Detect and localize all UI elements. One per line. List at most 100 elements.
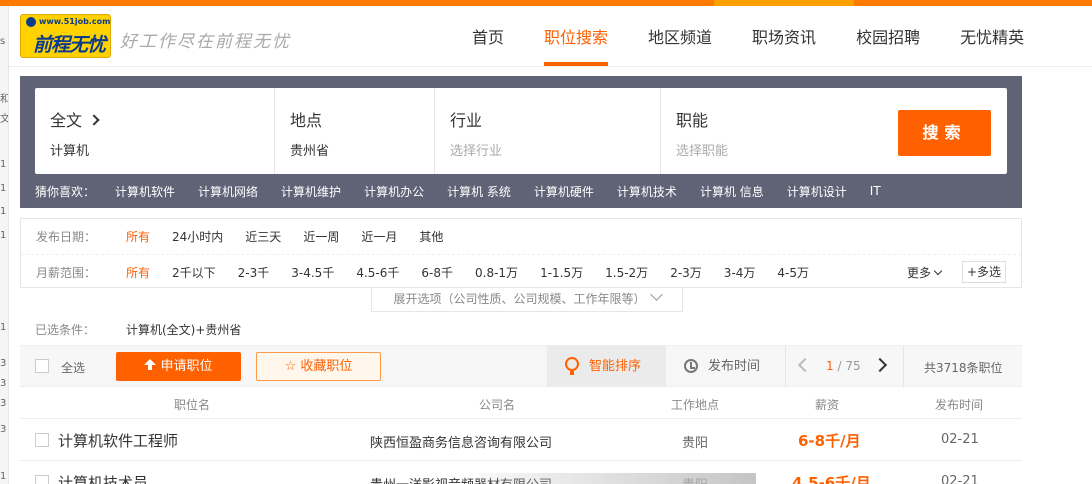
edge-text: 1 — [0, 322, 7, 333]
time-sort-tab[interactable]: 发布时间 — [666, 346, 786, 387]
edge-text: 3 — [0, 378, 7, 389]
suggestion-link[interactable]: 计算机 信息 — [700, 183, 764, 200]
site-logo[interactable]: www.51job.com 前程无忧 — [20, 14, 111, 58]
apply-job-button[interactable]: 申请职位 — [116, 352, 241, 381]
salary-option[interactable]: 2-3万 — [670, 264, 702, 281]
suggestion-link[interactable]: 计算机技术 — [617, 183, 677, 200]
edge-text: 3 — [0, 424, 7, 435]
upload-icon — [144, 359, 157, 371]
smart-sort-tab[interactable]: 智能排序 — [547, 346, 666, 387]
keyword-label-text: 全文 — [50, 111, 83, 130]
salary-option[interactable]: 1-1.5万 — [540, 264, 583, 281]
suggestion-link[interactable]: 计算机网络 — [198, 183, 258, 200]
total-pages: / 75 — [837, 359, 861, 373]
job-salary: 4.5-6千/月 — [792, 474, 871, 484]
job-title-link[interactable]: 计算机技术员 — [58, 472, 148, 484]
row-checkbox[interactable] — [35, 475, 49, 484]
date-option[interactable]: 24小时内 — [172, 228, 223, 245]
nav-home[interactable]: 首页 — [452, 0, 524, 66]
salary-option[interactable]: 2千以下 — [172, 264, 216, 281]
industry-field[interactable]: 行业 选择行业 — [435, 88, 661, 174]
suggestion-link[interactable]: 计算机硬件 — [534, 183, 594, 200]
salary-option[interactable]: 1.5-2万 — [605, 264, 648, 281]
function-placeholder[interactable]: 选择职能 — [676, 140, 728, 159]
nav-career-news[interactable]: 职场资讯 — [732, 0, 836, 66]
salary-option[interactable]: 0.8-1万 — [475, 264, 518, 281]
salary-filter-label: 月薪范围： — [36, 265, 97, 280]
edge-text: 1 — [0, 183, 7, 194]
prev-page-icon[interactable] — [797, 357, 813, 373]
function-field[interactable]: 职能 选择职能 — [661, 88, 887, 174]
salary-option[interactable]: 所有 — [126, 264, 150, 281]
industry-placeholder[interactable]: 选择行业 — [450, 140, 502, 159]
nav-elite[interactable]: 无忧精英 — [940, 0, 1044, 66]
row-checkbox[interactable] — [35, 433, 49, 447]
selected-conditions-label: 已选条件： — [35, 323, 96, 337]
company-link[interactable]: 陕西恒盈商务信息咨询有限公司 — [370, 432, 552, 451]
star-icon: ☆ — [284, 359, 297, 374]
suggestion-link[interactable]: 计算机设计 — [787, 183, 847, 200]
date-option[interactable]: 所有 — [126, 228, 150, 245]
salary-option[interactable]: 2-3千 — [238, 264, 270, 281]
more-salary-button[interactable]: 更多 — [907, 264, 943, 281]
chevron-right-icon — [88, 114, 100, 126]
location-field[interactable]: 地点 贵州省 — [275, 88, 435, 174]
date-filter-row: 发布日期： 所有 24小时内 近三天 近一周 近一月 其他 — [21, 219, 1021, 254]
results-toolbar: 全选 申请职位 ☆ 收藏职位 智能排序 发布时间 1 / 75 共3718条职位 — [20, 345, 1022, 387]
expand-options-button[interactable]: 展开选项（公司性质、公司规模、工作年限等） — [371, 288, 683, 312]
suggestion-link[interactable]: 计算机软件 — [115, 183, 175, 200]
col-header-title: 职位名 — [174, 398, 211, 412]
date-option[interactable]: 其他 — [419, 228, 443, 245]
edge-text: 1 — [0, 471, 7, 482]
search-button[interactable]: 搜索 — [898, 110, 991, 156]
apply-job-label: 申请职位 — [160, 359, 213, 374]
header-divider — [9, 66, 1092, 67]
date-filter-label: 发布日期： — [36, 230, 97, 244]
filter-box: 发布日期： 所有 24小时内 近三天 近一周 近一月 其他 月薪范围： 所有 2… — [20, 218, 1022, 288]
nav-job-search[interactable]: 职位搜索 — [524, 0, 628, 66]
collect-job-button[interactable]: ☆ 收藏职位 — [256, 352, 381, 381]
salary-option[interactable]: 4-5万 — [777, 264, 809, 281]
location-label: 地点 — [290, 111, 323, 130]
col-header-company: 公司名 — [479, 398, 516, 412]
col-header-date: 发布时间 — [935, 398, 984, 412]
select-all-label[interactable]: 全选 — [61, 359, 85, 376]
chevron-down-icon — [933, 266, 943, 276]
salary-option[interactable]: 4.5-6千 — [356, 264, 399, 281]
suggestion-link[interactable]: 计算机办公 — [364, 183, 424, 200]
select-all-checkbox[interactable] — [35, 359, 49, 373]
salary-option[interactable]: 3-4.5千 — [291, 264, 334, 281]
expand-options-label: 展开选项（公司性质、公司规模、工作年限等） — [393, 292, 646, 306]
job-date: 02-21 — [941, 432, 979, 447]
location-value[interactable]: 贵州省 — [290, 140, 329, 159]
suggestions-label: 猜你喜欢： — [35, 184, 96, 199]
logo-url: www.51job.com — [39, 17, 111, 26]
clock-icon — [684, 359, 698, 373]
main-nav: 首页 职位搜索 地区频道 职场资讯 校园招聘 无忧精英 — [452, 0, 1044, 66]
salary-option[interactable]: 3-4万 — [724, 264, 756, 281]
edge-text: 3 — [0, 398, 7, 409]
salary-option[interactable]: 6-8千 — [421, 264, 453, 281]
suggestion-link[interactable]: IT — [870, 184, 881, 198]
date-option[interactable]: 近一周 — [303, 228, 339, 245]
suggestion-link[interactable]: 计算机 系统 — [447, 183, 511, 200]
job-location: 贵阳 — [682, 436, 709, 451]
date-option[interactable]: 近三天 — [245, 228, 281, 245]
background-window-edge: s 和 文 1 1 1 1 1 3 3 3 3 1 — [0, 6, 9, 484]
keyword-input[interactable]: 计算机 — [50, 140, 89, 159]
multi-select-button[interactable]: +多选 — [962, 261, 1006, 283]
nav-campus[interactable]: 校园招聘 — [836, 0, 940, 66]
function-label: 职能 — [676, 111, 709, 130]
next-page-icon[interactable] — [872, 357, 888, 373]
date-option[interactable]: 近一月 — [361, 228, 397, 245]
job-title-link[interactable]: 计算机软件工程师 — [58, 430, 178, 451]
suggestion-link[interactable]: 计算机维护 — [281, 183, 341, 200]
col-header-salary: 薪资 — [815, 398, 840, 412]
hover-shadow — [480, 473, 756, 484]
edge-text: 3 — [0, 358, 7, 369]
nav-regions[interactable]: 地区频道 — [628, 0, 732, 66]
pagination: 1 / 75 — [786, 346, 904, 387]
keyword-field[interactable]: 全文 计算机 — [35, 88, 275, 174]
multi-select-label: 多选 — [977, 265, 1002, 279]
col-header-location: 工作地点 — [671, 398, 720, 412]
